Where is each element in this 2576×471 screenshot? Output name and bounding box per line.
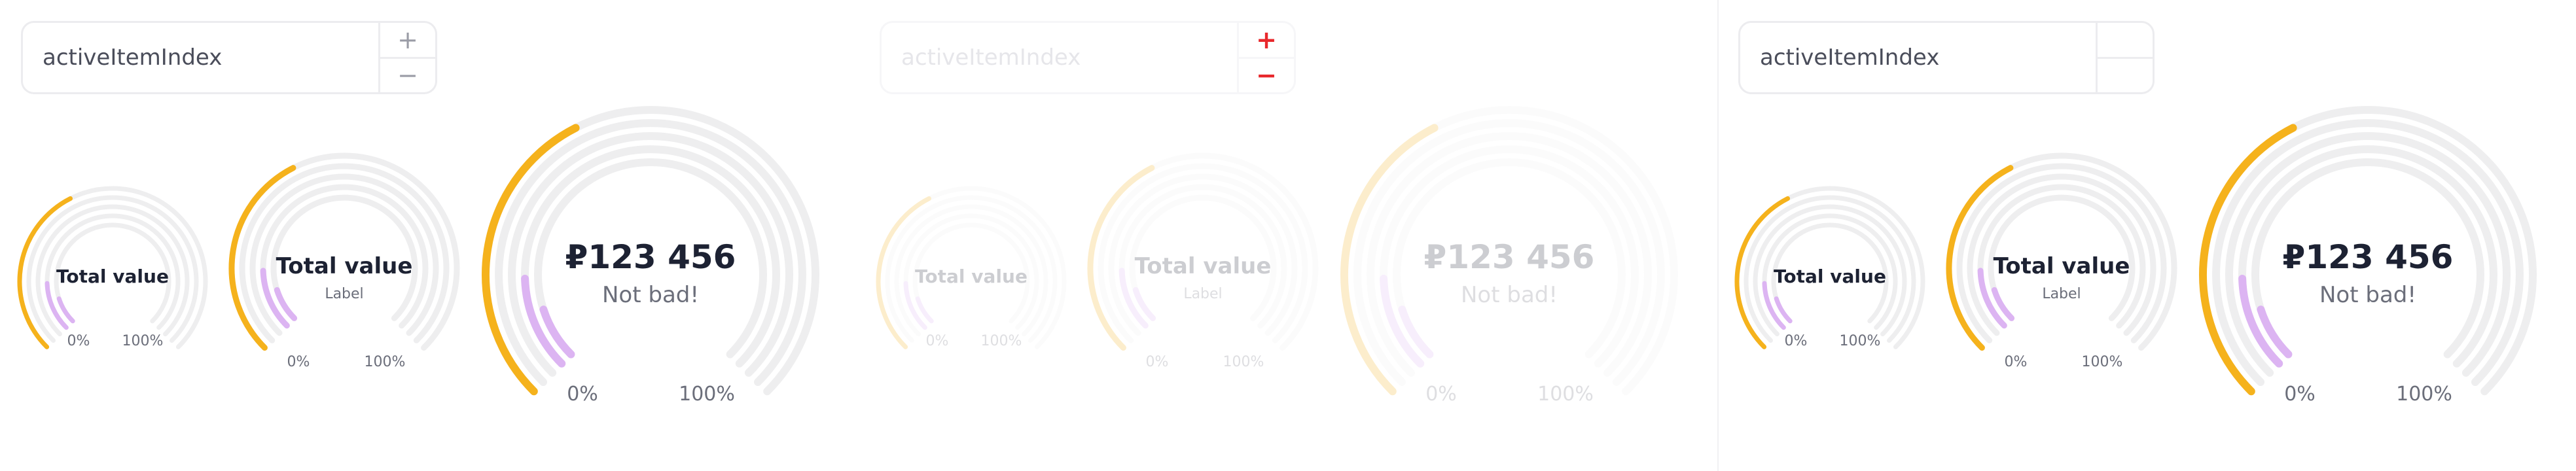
gauge-title: ₽123 456 [565, 238, 736, 276]
gauge-subtitle: Not bad! [602, 282, 699, 308]
gauge-title: Total value [915, 266, 1028, 287]
gauge-subtitle: Label [2042, 286, 2081, 302]
gauge-min-label: 0% [2284, 383, 2316, 406]
gauge-max-label: 100% [981, 333, 1022, 349]
gauge-title: Total value [1774, 266, 1886, 287]
gauge-min-label: 0% [567, 383, 598, 406]
active-item-index-input[interactable]: activeItemIndex [882, 23, 1239, 92]
active-item-index-input[interactable]: activeItemIndex [1740, 23, 2098, 92]
gauge-demo-panel-1: activeItemIndex + − Total value 0% 100% Tot… [0, 0, 859, 471]
gauge-max-label: 100% [679, 383, 735, 406]
gauge-min-label: 0% [926, 333, 949, 349]
large-gauge: ₽123 456 Not bad! 0% 100% [2199, 106, 2537, 406]
decrement-button[interactable]: − [380, 59, 435, 93]
increment-button[interactable]: + [1239, 23, 1294, 59]
gauge-demo-panel-3: activeItemIndex + − Total value0%100%Tot… [1717, 0, 2576, 471]
large-gauge: ₽123 456 Not bad! 0% 100% [1340, 106, 1678, 406]
gauge-subtitle: Not bad! [2319, 282, 2416, 308]
gauge-max-label: 100% [2082, 354, 2123, 370]
gauge-title: Total value [1135, 253, 1272, 279]
active-item-index-input[interactable]: activeItemIndex [23, 23, 380, 92]
gauge-demo-panel-2: activeItemIndex + − Total value 0% 100% Tot… [859, 0, 1717, 471]
gauge-value-arc [1774, 296, 1793, 324]
gauge-max-label: 100% [1537, 383, 1594, 406]
gauge-min-label: 0% [2005, 354, 2028, 370]
gauge-title: Total value [276, 253, 413, 279]
gauge-min-label: 0% [287, 354, 310, 370]
medium-gauge: Total value Label 0% 100% [1946, 152, 2177, 370]
medium-gauge: Total value Label 0% 100% [1087, 152, 1319, 370]
gauge-title: ₽123 456 [1424, 238, 1595, 276]
active-item-index-stepper[interactable]: activeItemIndex + − [1738, 21, 2155, 94]
small-gauge: Total value 0% 100% [1734, 186, 1925, 349]
small-gauge: Total value 0% 100% [17, 186, 208, 349]
gauge-value-arc [915, 296, 934, 324]
gauge-subtitle: Label [325, 286, 363, 302]
medium-gauge: Total value Label 0% 100% [228, 152, 460, 370]
gauge-max-label: 100% [2396, 383, 2452, 406]
gauge-min-label: 0% [67, 333, 90, 349]
gauge-value-arc [56, 296, 75, 324]
increment-button[interactable]: + [380, 23, 435, 59]
gauge-min-label: 0% [1146, 354, 1169, 370]
gauge-min-label: 0% [1785, 333, 1808, 349]
gauge-min-label: 0% [1425, 383, 1457, 406]
gauge-max-label: 100% [1840, 333, 1881, 349]
gauge-max-label: 100% [365, 354, 406, 370]
gauge-title: Total value [1994, 253, 2130, 279]
increment-button[interactable]: + [2098, 23, 2153, 59]
gauge-subtitle: Label [1183, 286, 1222, 302]
gauge-title: Total value [56, 266, 169, 287]
gauge-max-label: 100% [1223, 354, 1264, 370]
small-gauge: Total value 0% 100% [876, 186, 1067, 349]
active-item-index-stepper[interactable]: activeItemIndex + − [21, 21, 437, 94]
decrement-button[interactable]: − [1239, 59, 1294, 93]
gauge-title: ₽123 456 [2283, 238, 2454, 276]
active-item-index-stepper[interactable]: activeItemIndex + − [880, 21, 1296, 94]
decrement-button[interactable]: − [2098, 59, 2153, 93]
large-gauge: ₽123 456 Not bad! 0% 100% [482, 106, 819, 406]
gauge-max-label: 100% [122, 333, 164, 349]
gauge-subtitle: Not bad! [1461, 282, 1558, 308]
